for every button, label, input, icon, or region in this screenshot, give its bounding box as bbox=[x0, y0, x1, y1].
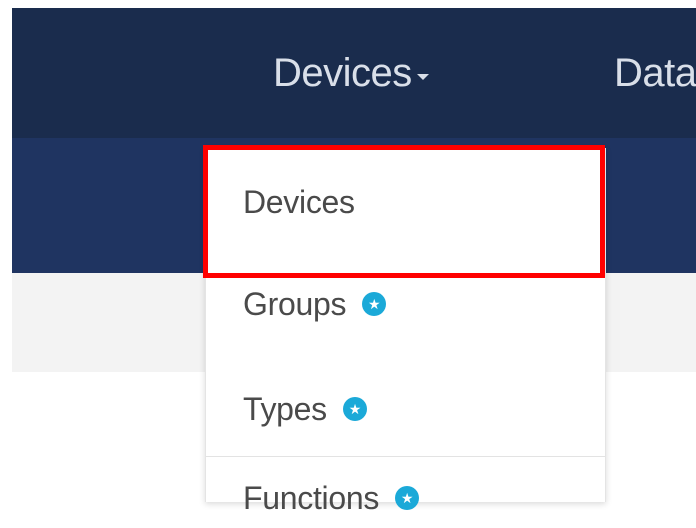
devices-dropdown-menu: Devices Groups ★ Types ★ Functions ★ bbox=[205, 148, 606, 516]
star-icon: ★ bbox=[395, 486, 420, 510]
nav-devices-menu[interactable]: Devices bbox=[273, 8, 429, 138]
star-icon: ★ bbox=[362, 292, 387, 316]
dropdown-item-groups[interactable]: Groups ★ bbox=[243, 274, 387, 334]
dropdown-item-functions[interactable]: Functions ★ bbox=[243, 468, 420, 528]
page-margin bbox=[0, 0, 12, 502]
nav-data-menu[interactable]: Data bbox=[614, 8, 696, 138]
nav-data-label: Data bbox=[614, 50, 696, 95]
menu-divider bbox=[206, 456, 605, 457]
nav-devices-label: Devices bbox=[273, 50, 412, 95]
dropdown-item-label: Groups bbox=[243, 285, 347, 322]
dropdown-item-label: Types bbox=[243, 390, 327, 427]
dropdown-item-label: Devices bbox=[243, 183, 355, 220]
dropdown-item-label: Functions bbox=[243, 479, 380, 516]
star-icon: ★ bbox=[342, 397, 367, 421]
dropdown-item-types[interactable]: Types ★ bbox=[243, 379, 367, 439]
dropdown-item-devices[interactable]: Devices bbox=[243, 172, 355, 232]
caret-down-icon bbox=[416, 74, 429, 80]
